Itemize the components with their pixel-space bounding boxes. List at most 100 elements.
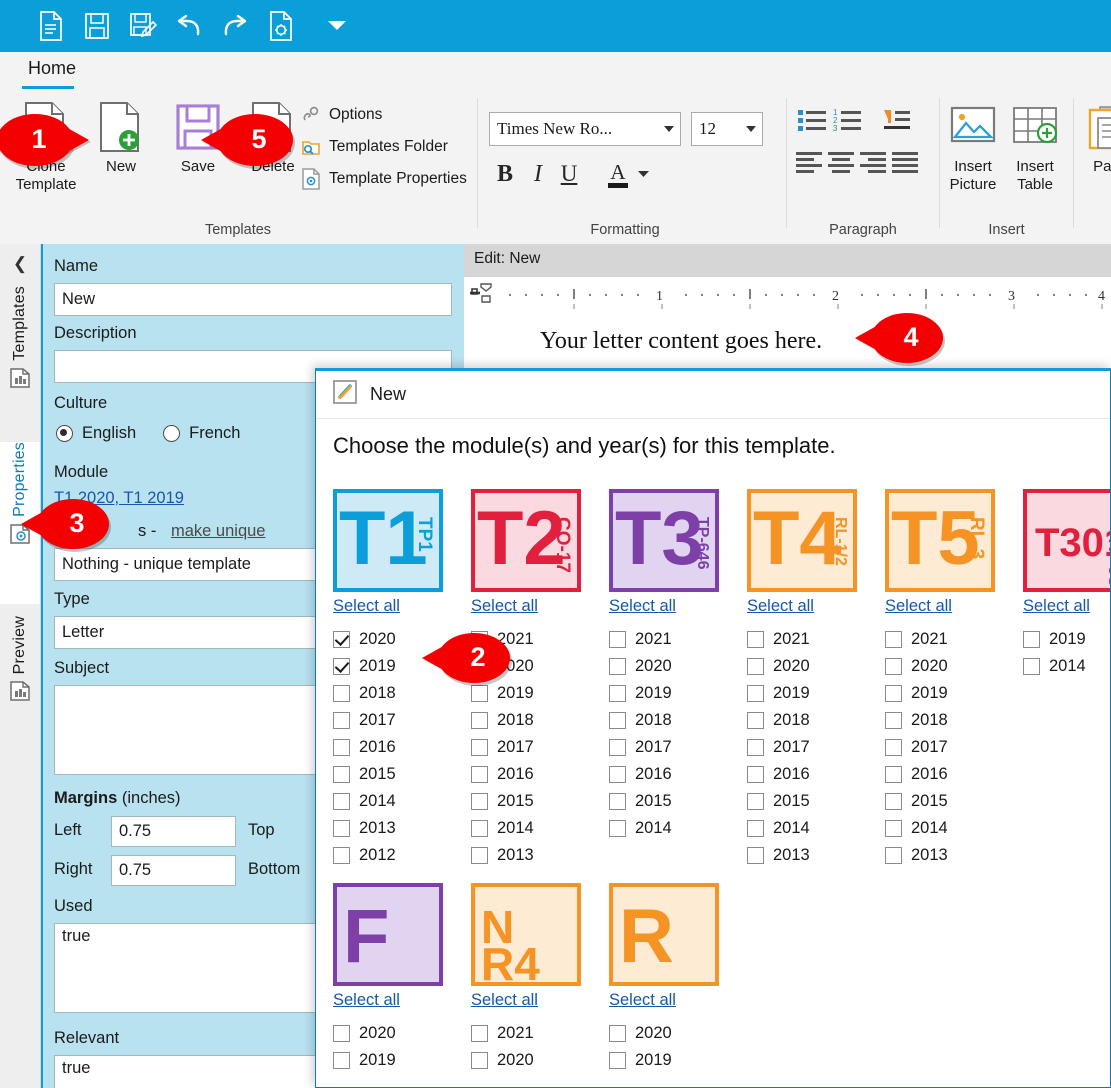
year-checkbox[interactable]: [885, 631, 902, 648]
paste-button[interactable]: Pas: [1078, 96, 1111, 176]
bullet-list-button[interactable]: [798, 108, 828, 134]
culture-radio-french[interactable]: [163, 425, 181, 442]
sidebar-tab-preview[interactable]: Preview: [0, 616, 40, 756]
year-checkbox-row[interactable]: 2015: [747, 788, 879, 815]
year-checkbox[interactable]: [609, 1052, 626, 1069]
year-checkbox[interactable]: [747, 739, 764, 756]
year-checkbox-row[interactable]: 2012: [333, 842, 465, 869]
underline-button[interactable]: U: [556, 157, 582, 191]
year-checkbox[interactable]: [747, 631, 764, 648]
culture-radio-english[interactable]: [56, 425, 73, 442]
year-checkbox-row[interactable]: 2020: [471, 1047, 603, 1074]
module-tile-t301[interactable]: T301TP-98: [1023, 489, 1110, 592]
templates-folder-menu-item[interactable]: Templates Folder: [300, 136, 448, 158]
year-checkbox-row[interactable]: 2013: [885, 842, 1017, 869]
year-checkbox-row[interactable]: 2017: [471, 734, 603, 761]
save-icon[interactable]: [74, 6, 120, 46]
year-checkbox[interactable]: [747, 685, 764, 702]
module-tile-t2[interactable]: T2 CO-17: [471, 489, 581, 592]
year-checkbox[interactable]: [609, 631, 626, 648]
paragraph-mark-button[interactable]: [882, 108, 912, 134]
year-checkbox-row[interactable]: 2021: [471, 1020, 603, 1047]
year-checkbox-row[interactable]: 2016: [609, 761, 741, 788]
bold-button[interactable]: B: [491, 157, 519, 191]
year-checkbox-row[interactable]: 2021: [885, 626, 1017, 653]
select-all-link[interactable]: Select all: [609, 597, 741, 616]
year-checkbox[interactable]: [471, 739, 488, 756]
module-value-link[interactable]: T1 2020, T1 2019: [54, 489, 184, 508]
sidebar-tab-templates[interactable]: Templates: [0, 286, 40, 436]
year-checkbox[interactable]: [333, 793, 350, 810]
redo-icon[interactable]: [212, 6, 258, 46]
year-checkbox-row[interactable]: 2016: [333, 734, 465, 761]
select-all-link[interactable]: Select all: [333, 597, 465, 616]
font-color-button[interactable]: A: [603, 155, 633, 193]
year-checkbox[interactable]: [1023, 658, 1040, 675]
year-checkbox[interactable]: [471, 712, 488, 729]
year-checkbox-row[interactable]: 2014: [885, 815, 1017, 842]
year-checkbox-row[interactable]: 2018: [609, 707, 741, 734]
year-checkbox[interactable]: [333, 766, 350, 783]
margin-right-input[interactable]: [111, 855, 236, 886]
year-checkbox-row[interactable]: 2018: [333, 680, 465, 707]
year-checkbox-row[interactable]: 2020: [471, 653, 603, 680]
save-template-button[interactable]: Save: [160, 96, 236, 176]
customize-dropdown-icon[interactable]: [314, 6, 360, 46]
year-checkbox-row[interactable]: 2017: [747, 734, 879, 761]
select-all-link[interactable]: Select all: [333, 991, 465, 1010]
year-checkbox[interactable]: [885, 685, 902, 702]
module-tile-t4[interactable]: T4 RL-1/2: [747, 489, 857, 592]
year-checkbox[interactable]: [333, 658, 350, 675]
year-checkbox[interactable]: [747, 847, 764, 864]
template-properties-menu-item[interactable]: Template Properties: [300, 168, 467, 190]
year-checkbox-row[interactable]: 2020: [747, 653, 879, 680]
year-checkbox[interactable]: [747, 793, 764, 810]
year-checkbox-row[interactable]: 2020: [609, 653, 741, 680]
year-checkbox[interactable]: [333, 847, 350, 864]
year-checkbox[interactable]: [471, 793, 488, 810]
year-checkbox[interactable]: [885, 793, 902, 810]
align-left-button[interactable]: [795, 150, 825, 176]
font-color-dropdown[interactable]: [636, 168, 650, 180]
year-checkbox-row[interactable]: 2017: [609, 734, 741, 761]
year-checkbox[interactable]: [333, 1052, 350, 1069]
year-checkbox-row[interactable]: 2021: [609, 626, 741, 653]
year-checkbox-row[interactable]: 2017: [885, 734, 1017, 761]
module-tile-r[interactable]: R: [609, 883, 719, 986]
clone-template-button[interactable]: Clone Template: [8, 96, 84, 194]
year-checkbox-row[interactable]: 2013: [471, 842, 603, 869]
year-checkbox-row[interactable]: 2020: [333, 1020, 465, 1047]
year-checkbox-row[interactable]: 2016: [747, 761, 879, 788]
year-checkbox[interactable]: [333, 685, 350, 702]
insert-table-button[interactable]: Insert Table: [1002, 96, 1068, 194]
year-checkbox[interactable]: [471, 1052, 488, 1069]
year-checkbox-row[interactable]: 2014: [333, 788, 465, 815]
year-checkbox-row[interactable]: 2017: [333, 707, 465, 734]
year-checkbox-row[interactable]: 2018: [747, 707, 879, 734]
year-checkbox[interactable]: [333, 1025, 350, 1042]
align-right-button[interactable]: [859, 150, 889, 176]
year-checkbox[interactable]: [333, 712, 350, 729]
font-size-combo[interactable]: 12: [691, 112, 763, 146]
year-checkbox-row[interactable]: 2019: [609, 680, 741, 707]
year-checkbox[interactable]: [609, 793, 626, 810]
year-checkbox[interactable]: [1023, 631, 1040, 648]
culture-radio-french-label[interactable]: French: [189, 424, 240, 443]
year-checkbox[interactable]: [333, 631, 350, 648]
year-checkbox-row[interactable]: 2018: [885, 707, 1017, 734]
align-justify-button[interactable]: [891, 150, 921, 176]
module-tile-t5[interactable]: T5 RL-3: [885, 489, 995, 592]
module-tile-t1[interactable]: T1 TP1: [333, 489, 443, 592]
numbered-list-button[interactable]: 123: [833, 108, 863, 134]
select-all-link[interactable]: Select all: [471, 597, 603, 616]
culture-radio-english-label[interactable]: English: [82, 424, 136, 443]
year-checkbox-row[interactable]: 2019: [885, 680, 1017, 707]
year-checkbox[interactable]: [609, 685, 626, 702]
year-checkbox-row[interactable]: 2019: [609, 1047, 741, 1074]
year-checkbox-row[interactable]: 2015: [333, 761, 465, 788]
year-checkbox-row[interactable]: 2014: [747, 815, 879, 842]
name-input[interactable]: [54, 283, 452, 316]
year-checkbox-row[interactable]: 2016: [885, 761, 1017, 788]
year-checkbox-row[interactable]: 2015: [609, 788, 741, 815]
tab-home[interactable]: Home: [22, 58, 82, 79]
